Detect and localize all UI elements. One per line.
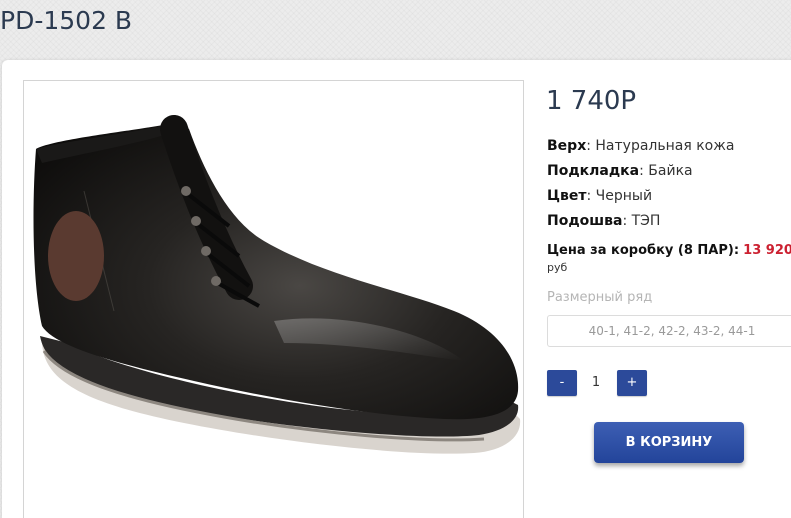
spec-lining: Подкладка: Байка — [547, 163, 693, 179]
spec-upper: Верх: Натуральная кожа — [547, 138, 735, 154]
quantity-input[interactable]: 1 — [581, 370, 611, 396]
spec-lining-value: Байка — [648, 163, 693, 179]
spec-color: Цвет: Черный — [547, 188, 653, 204]
product-price: 1 740Р — [546, 86, 637, 116]
box-price: Цена за коробку (8 ПАР): 13 920 — [547, 243, 791, 258]
product-title: PD-1502 B — [0, 6, 133, 35]
spec-sole-value: ТЭП — [631, 213, 661, 229]
product-image[interactable] — [23, 80, 524, 518]
spec-upper-label: Верх — [547, 138, 587, 154]
spec-sole-label: Подошва — [547, 213, 623, 229]
size-range-field[interactable]: 40-1, 41-2, 42-2, 43-2, 44-1 — [547, 315, 791, 347]
spec-color-value: Черный — [595, 188, 653, 204]
box-price-currency: руб — [547, 261, 568, 274]
spec-lining-label: Подкладка — [547, 163, 640, 179]
add-to-cart-button[interactable]: В КОРЗИНУ — [594, 422, 744, 463]
spec-sole: Подошва: ТЭП — [547, 213, 661, 229]
quantity-plus-button[interactable]: + — [617, 370, 647, 396]
spec-color-label: Цвет — [547, 188, 587, 204]
boot-illustration — [33, 115, 521, 454]
box-price-value: 13 920 — [743, 243, 791, 258]
box-price-label: Цена за коробку (8 ПАР): — [547, 243, 740, 258]
size-range-label: Размерный ряд — [547, 290, 653, 305]
spec-upper-value: Натуральная кожа — [595, 138, 735, 154]
quantity-minus-button[interactable]: - — [547, 370, 577, 396]
